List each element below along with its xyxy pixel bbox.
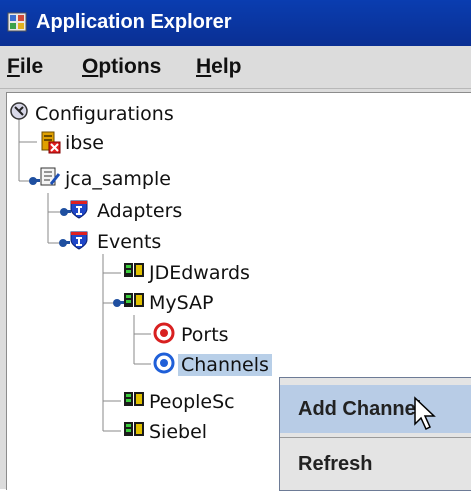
tree-label-siebel: Siebel (149, 421, 208, 443)
window-title: Application Explorer (36, 11, 232, 33)
mysap-adapter-icon (124, 293, 144, 307)
menu-file-label: ile (19, 55, 44, 78)
adapters-shield-icon (70, 200, 88, 219)
menu-options-mnemonic: O (82, 55, 99, 78)
tree-label-mysap: MySAP (149, 292, 214, 314)
tree-node-adapters[interactable]: Adapters (69, 198, 269, 226)
peoplesoft-adapter-icon (124, 392, 144, 406)
menu-bar: File Options Help (0, 46, 471, 89)
menu-options-label: ptions (98, 55, 162, 78)
refresh-label: Refresh (298, 453, 373, 475)
add-channel-menu-item[interactable]: Add Channel (280, 385, 471, 433)
mouse-pointer-icon (414, 396, 436, 431)
tree-node-ibse[interactable]: ibse (39, 130, 239, 158)
menu-help-label: elp (211, 55, 242, 78)
tree-label-ports: Ports (181, 324, 229, 346)
tree-node-ports[interactable]: Ports (153, 322, 353, 350)
tree-node-events[interactable]: Events (69, 229, 269, 257)
menu-separator (280, 437, 471, 438)
menu-file-mnemonic: F (7, 55, 20, 78)
ports-target-icon (153, 322, 175, 344)
tree-node-channels[interactable]: Channels (153, 352, 353, 380)
tree-label-events: Events (97, 231, 162, 253)
jdedwards-adapter-icon (124, 263, 144, 277)
app-explorer-icon (7, 12, 27, 32)
siebel-adapter-icon (124, 422, 144, 436)
ibse-server-error-icon (41, 131, 61, 154)
tree-node-jca-sample[interactable]: jca_sample (39, 166, 259, 194)
tree-node-configurations[interactable]: Configurations (9, 101, 269, 129)
title-bar[interactable]: Application Explorer (0, 0, 471, 46)
tree-node-jdedwards[interactable]: JDEdwards (123, 260, 343, 288)
context-menu: Add Channel Refresh (279, 377, 471, 491)
jca-sample-config-icon (40, 167, 61, 186)
add-channel-label: Add Channel (298, 398, 422, 420)
menu-file[interactable]: File (7, 55, 43, 79)
refresh-menu-item[interactable]: Refresh (280, 440, 471, 488)
menu-help[interactable]: Help (196, 55, 242, 79)
application-explorer-window: Application Explorer File Options Help C… (0, 0, 471, 491)
menu-help-mnemonic: H (196, 55, 212, 78)
tree-label-peoplesoft: PeopleSc (149, 391, 235, 413)
tree-node-mysap[interactable]: MySAP (123, 290, 323, 318)
tree-label-jca-sample: jca_sample (65, 168, 171, 190)
events-shield-icon (70, 231, 88, 250)
tree-label-ibse: ibse (65, 132, 104, 154)
menu-options[interactable]: Options (82, 55, 161, 79)
tree-label-adapters: Adapters (97, 200, 183, 222)
tree-label-channels: Channels (178, 354, 272, 376)
tree-label-jdedwards: JDEdwards (149, 262, 250, 284)
tree-label-configurations: Configurations (35, 103, 174, 125)
channels-target-icon (153, 352, 175, 374)
configurations-icon (10, 102, 28, 120)
